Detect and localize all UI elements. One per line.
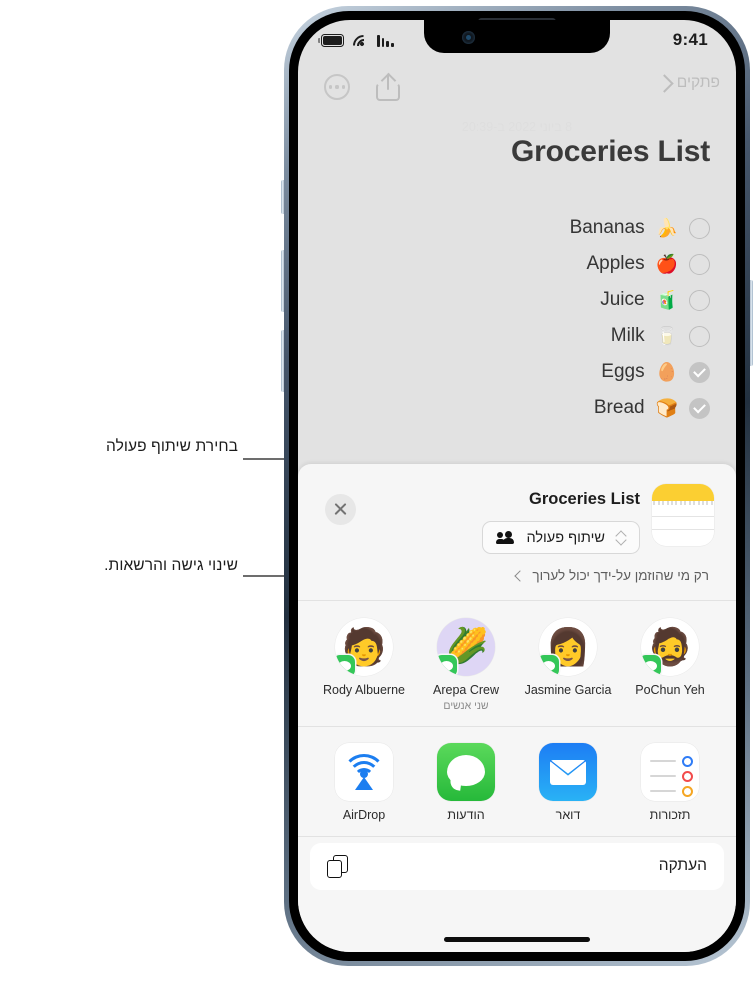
contact-item[interactable]: 🧔 PoChun Yeh [624,618,716,699]
permissions-label: רק מי שהוזמן על-ידך יכול לערוך [532,568,709,583]
reminders-app-icon [641,742,699,801]
contact-item[interactable]: 👩 Jasmine Garcia [522,618,614,699]
note-title: Groceries List [511,135,710,168]
juice-box-emoji: 🧃 [655,290,678,310]
iphone-frame: 9:41 פתקים 8 ביוני 2022 ב-20:39 Grocerie… [284,6,750,966]
contact-name: Rody Albuerne [322,683,405,697]
suggested-contacts-row: 🧔 PoChun Yeh 👩 Jasmine Garcia 🌽 Arepa Cr… [298,601,736,726]
avatar: 🌽 [437,618,495,676]
messages-badge-icon [335,655,355,676]
share-sheet: Groceries List שיתוף פעולה רק מי שהוזמן … [298,464,736,952]
checklist-item-checkbox[interactable] [689,361,710,383]
note-toolbar: פתקים [298,64,736,112]
copy-action-label: העתקה [658,857,707,875]
people-icon [496,531,516,544]
share-target-mail[interactable]: דואר [522,742,614,822]
share-target-label: AirDrop [342,807,386,822]
status-bar-indicators [318,30,394,61]
apple-emoji: 🍎 [655,254,678,274]
avatar: 🧑 [335,618,393,676]
messages-badge-icon [437,655,457,676]
share-target-label: הודעות [447,807,485,822]
messages-app-icon [437,742,495,801]
checklist-item-label: Bananas [569,217,645,238]
checklist-item-label: Juice [600,289,645,310]
home-indicator[interactable] [444,936,590,942]
contact-name: Jasmine Garcia [524,683,612,697]
share-target-label: תזכורות [649,807,691,822]
contact-name: Arepa Crew [433,683,499,697]
checklist-item[interactable]: Bananas 🍌 [570,210,710,246]
share-actions-list: העתקה [298,837,736,890]
airdrop-icon [335,742,393,801]
share-target-airdrop[interactable]: AirDrop [318,742,410,822]
checklist-item-label: Milk [610,325,645,346]
wifi-icon [348,30,379,61]
share-target-reminders[interactable]: תזכורות [624,742,716,822]
checklist-item-checkbox[interactable] [689,217,710,239]
permissions-row[interactable]: רק מי שהוזמן על-ידך יכול לערוך [298,568,736,583]
copy-action-row[interactable]: העתקה [310,842,724,890]
share-target-label: דואר [555,807,581,822]
chevron-up-down-icon [614,530,627,546]
close-icon[interactable] [325,494,356,525]
avatar: 👩 [539,618,597,676]
shared-document-title: Groceries List [529,490,640,508]
checklist-item[interactable]: Bread 🍞 [570,390,710,426]
share-icon[interactable] [376,72,400,101]
contact-item[interactable]: 🧑 Rody Albuerne [318,618,410,699]
checklist: Bananas 🍌 Apples 🍎 Juice 🧃 Milk 🥛 Eggs 🥚… [570,210,710,426]
milk-glass-emoji: 🥛 [655,326,678,346]
notch [424,20,610,53]
share-target-messages[interactable]: הודעות [420,742,512,822]
collaboration-option-label: שיתוף פעולה [526,529,605,546]
share-targets-row: תזכורות דואר הודעות AirDrop [298,727,736,836]
bread-emoji: 🍞 [655,398,678,418]
contact-subtitle: שני אנשים [443,699,489,712]
back-label: פתקים [676,74,720,91]
more-ellipsis-icon[interactable] [324,74,350,100]
collaboration-option-button[interactable]: שיתוף פעולה [482,521,640,554]
checklist-item-label: Apples [586,253,645,274]
battery-icon [318,34,346,47]
checklist-item-label: Bread [593,397,645,418]
callout-access-label: שינוי גישה והרשאות. [104,557,238,574]
egg-emoji: 🥚 [655,362,678,382]
front-camera-icon [462,31,475,44]
chevron-left-icon [514,569,527,582]
contact-item[interactable]: 🌽 Arepa Crew שני אנשים [420,618,512,712]
callout-collaboration-label: בחירת שיתוף פעולה [106,438,238,455]
contact-name: PoChun Yeh [635,683,705,697]
chevron-right-icon [655,73,674,93]
checklist-item[interactable]: Milk 🥛 [570,318,710,354]
mail-app-icon [539,742,597,801]
messages-badge-icon [641,655,661,676]
checklist-item[interactable]: Juice 🧃 [570,282,710,318]
avatar: 🧔 [641,618,699,676]
phone-bezel: 9:41 פתקים 8 ביוני 2022 ב-20:39 Grocerie… [289,11,745,961]
checklist-item[interactable]: Eggs 🥚 [570,354,710,390]
checklist-item-checkbox[interactable] [689,397,710,419]
notes-app-icon [652,484,714,546]
status-bar-time: 9:41 [672,30,708,49]
checklist-item-checkbox[interactable] [689,325,710,347]
checklist-item-label: Eggs [601,361,645,382]
banana-emoji: 🍌 [655,218,678,238]
note-date: 8 ביוני 2022 ב-20:39 [461,120,573,134]
back-to-notes-button[interactable]: פתקים [655,73,720,93]
checklist-item-checkbox[interactable] [689,253,710,275]
cellular-bars-icon [377,34,394,47]
copy-icon [327,854,349,878]
share-sheet-header: Groceries List שיתוף פעולה רק מי שהוזמן … [298,464,736,600]
checklist-item[interactable]: Apples 🍎 [570,246,710,282]
messages-badge-icon [539,655,559,676]
checklist-item-checkbox[interactable] [689,289,710,311]
phone-screen: 9:41 פתקים 8 ביוני 2022 ב-20:39 Grocerie… [298,20,736,952]
